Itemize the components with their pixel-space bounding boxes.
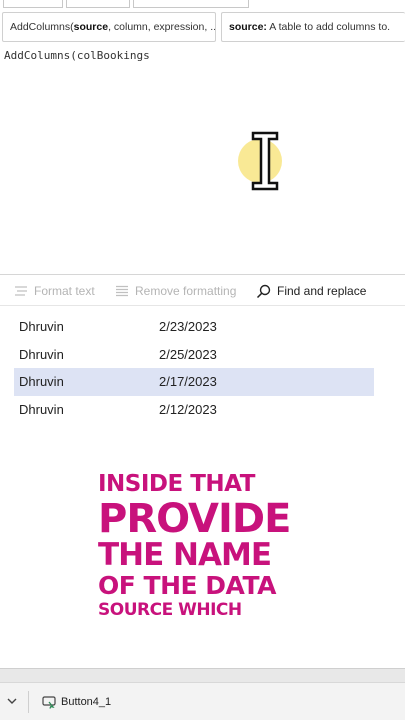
selected-control-breadcrumb[interactable]: Button4_1 — [42, 693, 111, 711]
caption-line: PROVIDE — [98, 496, 291, 542]
horizontal-scrollbar[interactable] — [0, 668, 405, 682]
caption-line: INSIDE THAT — [98, 471, 255, 497]
formula-editor[interactable]: AddColumns(colBookings — [0, 44, 405, 274]
signature-rest: , column, expression, ...) — [108, 21, 216, 33]
caption-line: SOURCE WHICH — [98, 600, 242, 620]
formula-hint-bar: AddColumns(source, column, expression, .… — [0, 10, 405, 44]
row-date: 2/23/2023 — [159, 319, 217, 334]
editor-divider — [0, 274, 405, 275]
formula-code[interactable]: AddColumns(colBookings — [4, 49, 150, 62]
caption-line: THE NAME — [98, 537, 272, 573]
row-name: Dhruvin — [19, 319, 64, 334]
top-tab[interactable] — [3, 0, 63, 8]
row-date: 2/25/2023 — [159, 346, 217, 362]
chevron-down-icon[interactable] — [6, 695, 18, 707]
remove-formatting-button[interactable]: Remove formatting — [115, 276, 236, 306]
function-signature: AddColumns(source, column, expression, .… — [2, 12, 216, 42]
top-tab[interactable] — [66, 0, 130, 8]
find-replace-button[interactable]: Find and replace — [256, 276, 366, 306]
signature-current-param: source — [73, 21, 109, 33]
text-cursor-icon — [251, 131, 279, 191]
format-text-label: Format text — [34, 284, 95, 298]
video-caption: INSIDE THAT PROVIDE THE NAME OF THE DATA… — [98, 470, 338, 619]
status-separator — [28, 691, 29, 713]
row-name: Dhruvin — [19, 401, 64, 417]
search-icon — [256, 284, 271, 298]
control-name: Button4_1 — [61, 696, 112, 708]
parameter-description: source: A table to add columns to. — [221, 12, 405, 42]
data-row[interactable]: Dhruvin 2/23/2023 — [14, 313, 374, 341]
row-name: Dhruvin — [19, 374, 64, 389]
parameter-name: source: — [229, 21, 267, 33]
format-text-button[interactable]: Format text — [14, 276, 95, 306]
remove-formatting-icon — [116, 285, 128, 297]
formula-toolbar: Format text Remove formatting Find and r… — [0, 276, 405, 306]
row-date: 2/12/2023 — [159, 401, 217, 417]
data-row[interactable]: Dhruvin 2/25/2023 — [14, 341, 374, 369]
row-name: Dhruvin — [19, 346, 64, 362]
button-control-icon — [42, 696, 56, 709]
status-bar: Button4_1 — [0, 682, 405, 720]
parameter-description-text: A table to add columns to. — [266, 21, 391, 33]
remove-formatting-label: Remove formatting — [135, 284, 237, 298]
signature-prefix: AddColumns( — [10, 21, 74, 33]
find-replace-label: Find and replace — [277, 284, 367, 298]
top-tab-strip — [0, 0, 405, 8]
format-text-icon — [15, 286, 27, 296]
data-preview-list: Dhruvin 2/23/2023 Dhruvin 2/25/2023 Dhru… — [14, 313, 374, 423]
caption-line: OF THE DATA — [98, 571, 276, 600]
data-row[interactable]: Dhruvin 2/12/2023 — [14, 396, 374, 424]
data-row-selected[interactable]: Dhruvin 2/17/2023 — [14, 368, 374, 396]
row-date: 2/17/2023 — [159, 374, 217, 389]
top-tab[interactable] — [133, 0, 249, 8]
